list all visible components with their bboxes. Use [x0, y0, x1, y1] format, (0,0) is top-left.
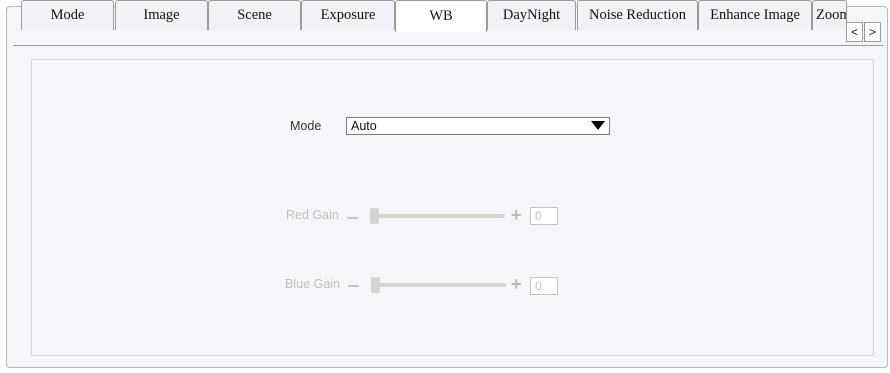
mode-select[interactable]: Auto — [346, 117, 610, 135]
mode-select-value: Auto — [351, 119, 377, 133]
blue-gain-plus-icon[interactable]: + — [511, 275, 522, 293]
red-gain-slider-track[interactable] — [371, 214, 505, 218]
red-gain-label: Red Gain — [286, 208, 339, 222]
blue-gain-label: Blue Gain — [285, 277, 340, 291]
tab-wb[interactable]: WB — [395, 0, 487, 32]
tab-zoom[interactable]: Zoom — [812, 0, 847, 30]
tab-enhance-image[interactable]: Enhance Image — [698, 0, 812, 30]
dropdown-arrow-icon — [591, 121, 605, 130]
blue-gain-slider-track[interactable] — [372, 283, 506, 287]
tab-mode[interactable]: Mode — [21, 0, 114, 30]
red-gain-minus-icon[interactable] — [347, 217, 358, 219]
wb-panel — [31, 59, 874, 356]
tab-daynight[interactable]: DayNight — [487, 0, 576, 30]
red-gain-value-input[interactable]: 0 — [530, 207, 558, 225]
tab-exposure[interactable]: Exposure — [301, 0, 395, 30]
red-gain-slider-thumb[interactable] — [370, 208, 379, 224]
tab-scene[interactable]: Scene — [208, 0, 301, 30]
blue-gain-value-input[interactable]: 0 — [530, 277, 558, 295]
red-gain-plus-icon[interactable]: + — [511, 206, 522, 224]
mode-label: Mode — [290, 119, 322, 133]
blue-gain-minus-icon[interactable] — [348, 285, 359, 287]
blue-gain-slider-thumb[interactable] — [371, 277, 380, 293]
tab-image[interactable]: Image — [115, 0, 208, 30]
tab-divider — [13, 45, 884, 46]
tab-scroll-left-button[interactable]: < — [846, 22, 863, 42]
tab-noise-reduction[interactable]: Noise Reduction — [577, 0, 698, 30]
tab-scroll-right-button[interactable]: > — [864, 22, 881, 42]
